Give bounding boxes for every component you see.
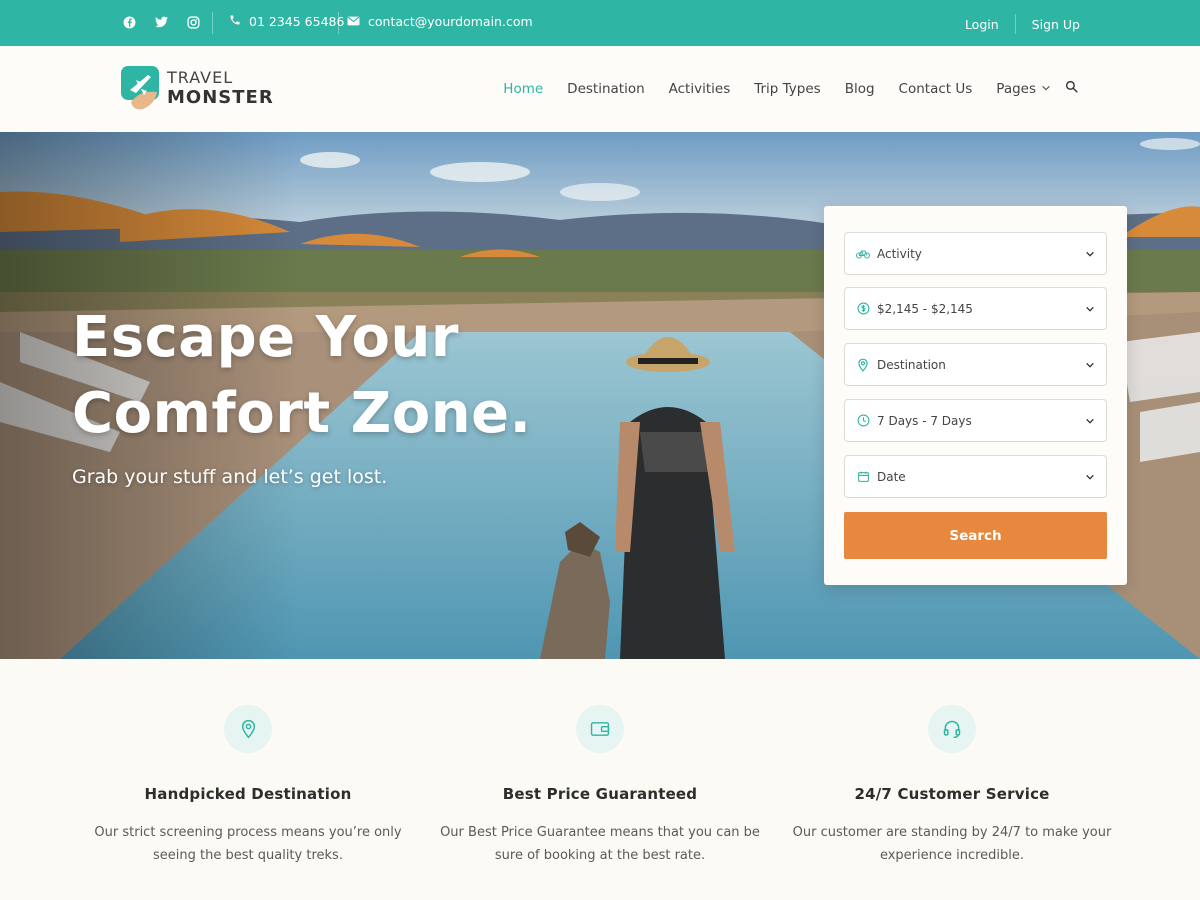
feature-description-line: seeing the best quality treks. (153, 848, 343, 863)
divider (212, 12, 213, 34)
social-links (120, 13, 202, 31)
logo-mark-icon (121, 66, 159, 110)
divider (1014, 14, 1016, 34)
duration-select-value: 7 Days - 7 Days (877, 413, 972, 428)
feature-title: Best Price Guaranteed (502, 785, 698, 803)
instagram-icon[interactable] (184, 13, 202, 31)
feature-description-line: Our Best Price Guarantee means that you … (440, 825, 760, 840)
location-pin-icon (224, 705, 272, 753)
divider (338, 12, 339, 34)
nav-item-blog[interactable]: Blog (845, 81, 875, 97)
trip-search-form: Activity $2,145 - $2,145 Destination 7 D… (824, 206, 1127, 585)
activity-select[interactable]: Activity (844, 232, 1107, 275)
phone-contact[interactable]: 01 2345 65486 (229, 14, 344, 29)
bicycle-icon (855, 246, 871, 262)
email-contact[interactable]: contact@yourdomain.com (347, 14, 533, 29)
calendar-icon (855, 469, 871, 485)
hero-title: Escape Your Comfort Zone. (72, 300, 531, 452)
feature-handpicked-destination: Handpicked Destination Our strict screen… (72, 659, 424, 867)
nav-item-trip-types[interactable]: Trip Types (754, 81, 820, 97)
nav-item-activities[interactable]: Activities (669, 81, 731, 97)
nav-item-destination[interactable]: Destination (567, 81, 644, 97)
destination-select-value: Destination (877, 357, 946, 372)
nav-item-contact-us[interactable]: Contact Us (899, 81, 973, 97)
clock-icon (855, 413, 871, 429)
auth-links: Login Sign Up (965, 14, 1080, 34)
hero-subtitle: Grab your stuff and let’s get lost. (72, 466, 388, 488)
logo-text: TRAVEL MONSTER (167, 67, 274, 108)
search-icon[interactable] (1065, 80, 1078, 97)
feature-title: Handpicked Destination (144, 785, 352, 803)
feature-description-line: sure of booking at the best rate. (494, 848, 706, 863)
feature-description-line: Our strict screening process means you’r… (94, 825, 402, 840)
destination-select[interactable]: Destination (844, 343, 1107, 386)
chevron-down-icon (1084, 359, 1096, 371)
date-select[interactable]: Date (844, 455, 1107, 498)
feature-best-price: Best Price Guaranteed Our Best Price Gua… (424, 659, 776, 867)
nav-item-home[interactable]: Home (503, 81, 543, 97)
duration-select[interactable]: 7 Days - 7 Days (844, 399, 1107, 442)
date-select-value: Date (877, 469, 906, 484)
signup-link[interactable]: Sign Up (1032, 17, 1080, 32)
site-logo[interactable]: TRAVEL MONSTER (121, 66, 274, 110)
feature-description: Our strict screening process means you’r… (72, 821, 424, 867)
feature-description-line: experience incredible. (879, 848, 1025, 863)
activity-select-value: Activity (877, 246, 922, 261)
main-nav: Home Destination Activities Trip Types B… (503, 80, 1078, 97)
price-range-value: $2,145 - $2,145 (877, 301, 973, 316)
hero-title-line1: Escape Your (72, 305, 459, 370)
nav-pages-label: Pages (996, 80, 1036, 97)
chevron-down-icon (1084, 471, 1096, 483)
login-link[interactable]: Login (965, 17, 999, 32)
headset-icon (928, 705, 976, 753)
phone-number: 01 2345 65486 (249, 14, 345, 29)
search-button[interactable]: Search (844, 512, 1107, 559)
twitter-icon[interactable] (152, 13, 170, 31)
feature-description: Our Best Price Guarantee means that you … (424, 821, 776, 867)
feature-title: 24/7 Customer Service (854, 785, 1050, 803)
phone-icon (229, 14, 241, 29)
chevron-down-icon (1084, 248, 1096, 260)
feature-description-line: Our customer are standing by 24/7 to mak… (792, 825, 1112, 840)
dollar-icon (855, 301, 871, 317)
price-range-select[interactable]: $2,145 - $2,145 (844, 287, 1107, 330)
features-section: Handpicked Destination Our strict screen… (0, 659, 1200, 900)
nav-item-pages[interactable]: Pages (996, 81, 1051, 97)
feature-customer-service: 24/7 Customer Service Our customer are s… (776, 659, 1128, 867)
hero-title-line2: Comfort Zone. (72, 381, 532, 446)
top-bar: 01 2345 65486 contact@yourdomain.com Log… (0, 0, 1200, 46)
email-address: contact@yourdomain.com (368, 14, 533, 29)
chevron-down-icon (1084, 303, 1096, 315)
wallet-icon (576, 705, 624, 753)
mail-icon (347, 14, 360, 29)
chevron-down-icon (1084, 415, 1096, 427)
chevron-down-icon (1041, 81, 1051, 97)
site-header: TRAVEL MONSTER Home Destination Activiti… (0, 46, 1200, 132)
logo-line2: MONSTER (167, 86, 274, 108)
feature-description: Our customer are standing by 24/7 to mak… (776, 821, 1128, 867)
logo-line1: TRAVEL (167, 67, 234, 87)
location-pin-icon (855, 357, 871, 373)
facebook-icon[interactable] (120, 13, 138, 31)
